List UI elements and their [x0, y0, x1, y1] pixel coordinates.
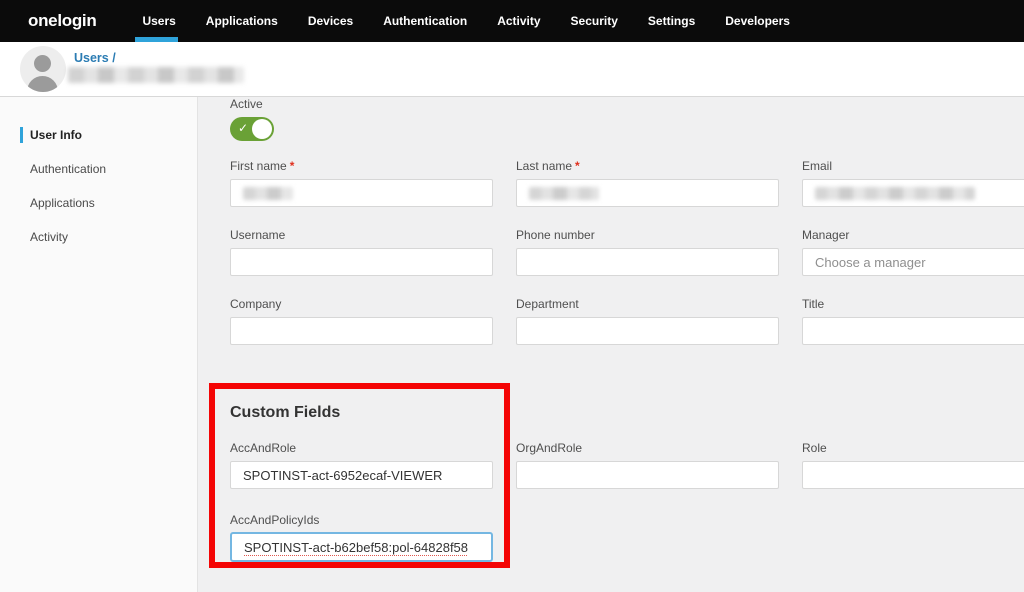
nav-item-label: Users — [142, 14, 175, 28]
field-first-name: First name* — [230, 159, 493, 207]
acc-and-role-input[interactable]: SPOTINST-act-6952ecaf-VIEWER — [230, 461, 493, 489]
org-and-role-input[interactable] — [516, 461, 779, 489]
active-label: Active — [230, 97, 1024, 111]
field-username: Username — [230, 228, 493, 276]
field-last-name: Last name* — [516, 159, 779, 207]
sidebar: User Info Authentication Applications Ac… — [0, 97, 198, 592]
blurred-value — [815, 187, 975, 200]
role-input[interactable] — [802, 461, 1024, 489]
toggle-knob — [252, 119, 272, 139]
onelogin-user-edit-screen: onelogin Users Applications Devices Auth… — [0, 0, 1024, 592]
user-info-form: Active ✓ First name* Last name* Email — [198, 97, 1024, 592]
field-label: Manager — [802, 228, 1024, 242]
active-tab-indicator — [135, 37, 177, 42]
phone-number-input[interactable] — [516, 248, 779, 276]
blurred-value — [243, 187, 293, 200]
field-acc-and-policy-ids: AccAndPolicyIds SPOTINST-act-b62bef58:po… — [230, 513, 493, 561]
acc-and-policy-ids-input[interactable]: SPOTINST-act-b62bef58:pol-64828f58 — [230, 532, 493, 562]
page-body: User Info Authentication Applications Ac… — [0, 97, 1024, 592]
nav-item-label: Settings — [648, 14, 695, 28]
required-mark: * — [575, 159, 580, 173]
field-company: Company — [230, 297, 493, 345]
sidebar-item-activity[interactable]: Activity — [0, 223, 197, 257]
nav-item-security[interactable]: Security — [571, 0, 618, 42]
nav-item-label: Developers — [725, 14, 790, 28]
nav-item-label: Applications — [206, 14, 278, 28]
nav-item-activity[interactable]: Activity — [497, 0, 540, 42]
input-value: SPOTINST-act-6952ecaf-VIEWER — [243, 468, 442, 483]
top-nav: onelogin Users Applications Devices Auth… — [0, 0, 1024, 42]
sidebar-item-label: Authentication — [30, 162, 106, 176]
field-label: Email — [802, 159, 1024, 173]
active-toggle[interactable]: ✓ — [230, 117, 274, 141]
field-label: AccAndRole — [230, 441, 493, 455]
user-name-blurred — [68, 67, 244, 83]
breadcrumb-users-link[interactable]: Users / — [74, 51, 116, 65]
nav-item-label: Devices — [308, 14, 353, 28]
page-header: Users / — [0, 42, 1024, 97]
nav-item-label: Security — [571, 14, 618, 28]
field-phone-number: Phone number — [516, 228, 779, 276]
custom-fields-heading: Custom Fields — [230, 403, 1024, 422]
blurred-value — [529, 187, 599, 200]
check-icon: ✓ — [238, 121, 248, 135]
field-manager: Manager — [802, 228, 1024, 276]
sidebar-item-label: Activity — [30, 230, 68, 244]
nav-item-devices[interactable]: Devices — [308, 0, 353, 42]
nav-item-developers[interactable]: Developers — [725, 0, 790, 42]
last-name-input[interactable] — [516, 179, 779, 207]
field-label: OrgAndRole — [516, 441, 779, 455]
manager-select-input[interactable] — [802, 248, 1024, 276]
company-input[interactable] — [230, 317, 493, 345]
profile-fields-grid: First name* Last name* Email Username Ph… — [230, 159, 1024, 345]
nav-item-label: Activity — [497, 14, 540, 28]
sidebar-item-user-info[interactable]: User Info — [0, 121, 197, 155]
field-title: Title — [802, 297, 1024, 345]
department-input[interactable] — [516, 317, 779, 345]
user-avatar-icon — [20, 46, 66, 92]
field-label: Last name — [516, 159, 572, 173]
nav-item-applications[interactable]: Applications — [206, 0, 278, 42]
username-input[interactable] — [230, 248, 493, 276]
field-org-and-role: OrgAndRole — [516, 441, 779, 489]
main-nav: Users Applications Devices Authenticatio… — [142, 0, 790, 42]
sidebar-item-authentication[interactable]: Authentication — [0, 155, 197, 189]
first-name-input[interactable] — [230, 179, 493, 207]
title-input[interactable] — [802, 317, 1024, 345]
sidebar-item-applications[interactable]: Applications — [0, 189, 197, 223]
field-label: AccAndPolicyIds — [230, 513, 493, 527]
field-role: Role — [802, 441, 1024, 489]
nav-item-authentication[interactable]: Authentication — [383, 0, 467, 42]
nav-item-label: Authentication — [383, 14, 467, 28]
field-email: Email — [802, 159, 1024, 207]
nav-item-users[interactable]: Users — [142, 0, 175, 42]
field-label: First name — [230, 159, 287, 173]
field-label: Company — [230, 297, 493, 311]
field-label: Username — [230, 228, 493, 242]
field-label: Role — [802, 441, 1024, 455]
active-item-indicator — [20, 127, 23, 143]
required-mark: * — [290, 159, 295, 173]
nav-item-settings[interactable]: Settings — [648, 0, 695, 42]
input-value: SPOTINST-act-b62bef58:pol-64828f58 — [244, 540, 468, 555]
onelogin-logo[interactable]: onelogin — [28, 11, 96, 31]
field-department: Department — [516, 297, 779, 345]
field-label: Phone number — [516, 228, 779, 242]
sidebar-item-label: Applications — [30, 196, 95, 210]
field-acc-and-role: AccAndRole SPOTINST-act-6952ecaf-VIEWER — [230, 441, 493, 489]
sidebar-item-label: User Info — [30, 128, 82, 142]
field-label: Department — [516, 297, 779, 311]
custom-fields-grid: AccAndRole SPOTINST-act-6952ecaf-VIEWER … — [230, 441, 1024, 561]
field-label: Title — [802, 297, 1024, 311]
email-input[interactable] — [802, 179, 1024, 207]
